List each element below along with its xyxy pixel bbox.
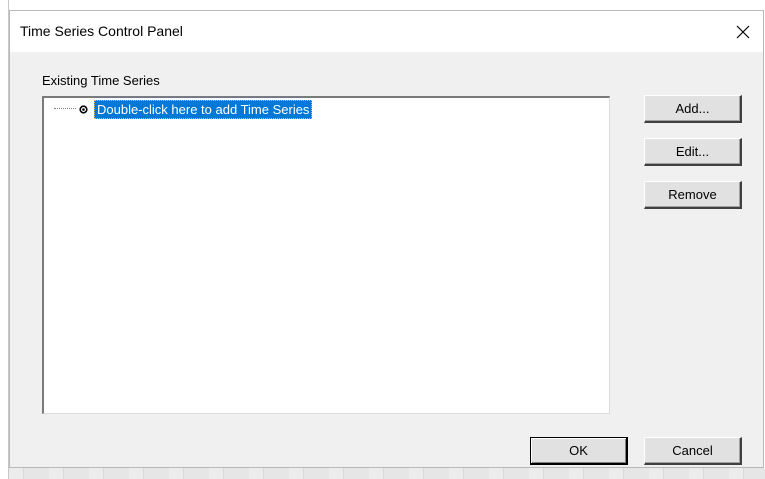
edit-button[interactable]: Edit...	[644, 138, 742, 166]
ok-button[interactable]: OK	[530, 437, 628, 465]
title-bar: Time Series Control Panel	[10, 11, 763, 52]
screen: Time Series Control Panel Existing Time …	[0, 0, 765, 479]
time-series-dialog: Time Series Control Panel Existing Time …	[9, 10, 764, 468]
existing-series-tree[interactable]: Double-click here to add Time Series	[42, 96, 610, 414]
tree-node-icon	[78, 104, 88, 114]
remove-button[interactable]: Remove	[644, 181, 742, 209]
close-icon	[736, 25, 750, 38]
window-title: Time Series Control Panel	[20, 23, 183, 39]
add-button[interactable]: Add...	[644, 95, 742, 123]
tree-item-label: Double-click here to add Time Series	[94, 99, 313, 119]
close-button[interactable]	[723, 11, 763, 52]
tree-connector-line	[54, 108, 76, 110]
tree-item-add-series[interactable]: Double-click here to add Time Series	[54, 99, 313, 119]
background-window-strip	[9, 468, 765, 479]
cancel-button[interactable]: Cancel	[644, 437, 742, 465]
existing-series-label: Existing Time Series	[42, 73, 160, 88]
background-window-edge	[0, 0, 9, 479]
